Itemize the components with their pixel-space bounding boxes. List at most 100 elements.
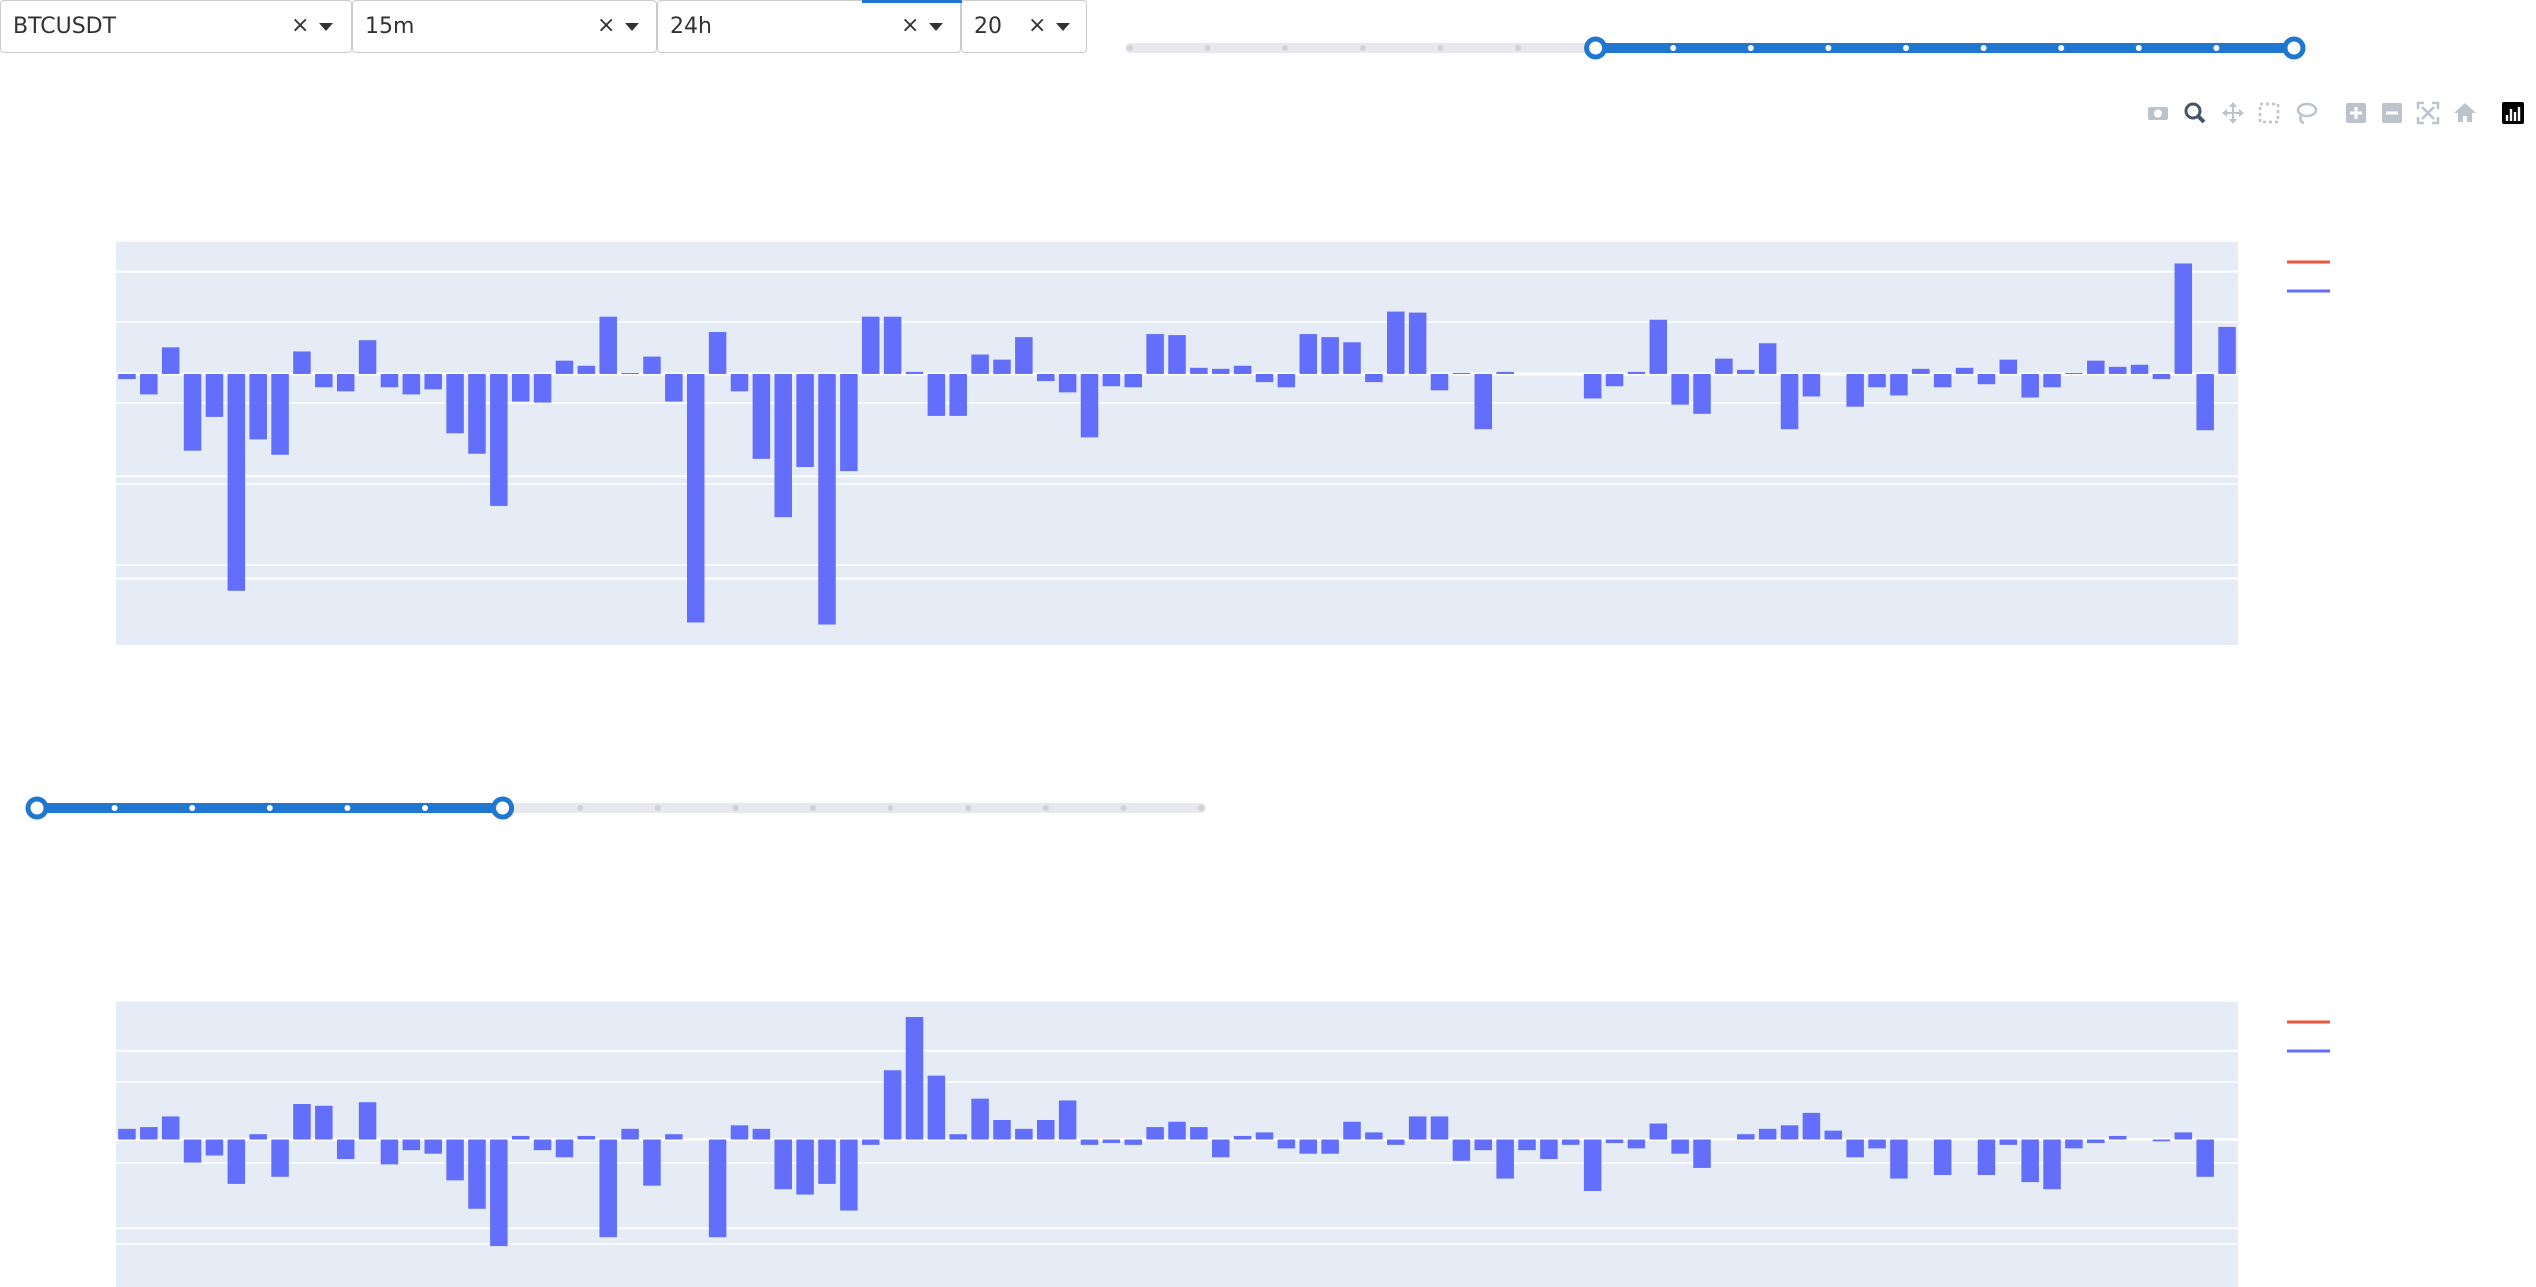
volume-bar[interactable]	[1452, 372, 1471, 374]
volume-bar[interactable]	[1124, 373, 1142, 388]
volume-bar[interactable]	[1671, 373, 1689, 405]
volume-bar[interactable]	[161, 347, 180, 374]
volume-bar[interactable]	[1583, 1139, 1602, 1192]
volume-bar[interactable]	[1233, 365, 1252, 374]
volume-bar[interactable]	[643, 356, 661, 374]
interval-chevron-down-icon[interactable]	[625, 23, 639, 31]
volume-bar[interactable]	[271, 1139, 289, 1177]
slider-handle-high[interactable]	[491, 796, 515, 820]
volume-bar[interactable]	[1605, 373, 1624, 387]
volume-bar[interactable]	[380, 1139, 399, 1165]
volume-bar[interactable]	[227, 373, 246, 591]
volume-bar[interactable]	[1408, 1116, 1427, 1140]
volume-bar[interactable]	[1802, 373, 1821, 397]
volume-bar[interactable]	[1036, 373, 1055, 382]
volume-bar[interactable]	[1015, 337, 1033, 374]
volume-bar[interactable]	[1518, 1139, 1536, 1151]
volume-bar[interactable]	[708, 332, 727, 374]
volume-bar[interactable]	[1868, 373, 1886, 388]
volume-bar[interactable]	[1583, 373, 1602, 399]
volume-bar[interactable]	[1408, 312, 1427, 374]
volume-bar[interactable]	[1693, 373, 1711, 414]
volume-bar[interactable]	[1737, 1134, 1755, 1140]
volume-bar[interactable]	[183, 1139, 202, 1163]
volume-bar[interactable]	[818, 373, 836, 625]
reset-axes-icon[interactable]	[2454, 103, 2476, 122]
volume-bar[interactable]	[2108, 1135, 2127, 1140]
volume-bar[interactable]	[577, 1135, 596, 1140]
volume-bar[interactable]	[599, 1139, 617, 1238]
volume-bar[interactable]	[1102, 373, 1121, 387]
value-range-slider-top[interactable]	[1110, 30, 2310, 100]
volume-bar[interactable]	[2174, 263, 2193, 374]
volume-bar[interactable]	[774, 373, 792, 518]
volume-bar[interactable]	[1474, 1139, 1493, 1151]
slider-handle-high[interactable]	[2282, 36, 2306, 60]
volume-bar[interactable]	[1058, 373, 1077, 393]
volume-bar[interactable]	[1365, 1132, 1383, 1140]
volume-bar[interactable]	[1758, 1128, 1777, 1140]
volume-bar[interactable]	[336, 1139, 355, 1160]
volume-bar[interactable]	[2196, 373, 2214, 431]
volume-bar[interactable]	[1080, 373, 1099, 438]
volume-bar[interactable]	[183, 373, 202, 451]
volume-bar[interactable]	[227, 1139, 246, 1184]
volume-bar[interactable]	[2043, 1139, 2061, 1190]
volume-bar[interactable]	[2065, 372, 2083, 374]
volume-bar[interactable]	[1080, 1139, 1099, 1145]
volume-bar[interactable]	[665, 1134, 683, 1140]
volume-bar[interactable]	[1146, 334, 1164, 374]
volume-bar[interactable]	[599, 316, 617, 374]
value-distribution-chart-2[interactable]	[0, 890, 2536, 1287]
symbol-chevron-down-icon[interactable]	[319, 23, 333, 31]
volume-bar[interactable]	[1890, 1139, 1908, 1179]
volume-bar[interactable]	[1496, 371, 1514, 374]
volume-bar[interactable]	[1036, 1119, 1055, 1140]
volume-bar[interactable]	[1168, 335, 1186, 374]
volume-bar[interactable]	[1977, 373, 1996, 385]
slider-handle-low[interactable]	[1584, 36, 1608, 60]
volume-bar[interactable]	[971, 354, 989, 374]
value-range-slider-bottom[interactable]	[20, 790, 1220, 860]
volume-bar[interactable]	[818, 1139, 836, 1184]
volume-bar[interactable]	[927, 1075, 946, 1140]
volume-bar[interactable]	[1868, 1139, 1886, 1149]
zoom-out-icon[interactable]	[2382, 103, 2402, 123]
volume-bar[interactable]	[533, 373, 552, 403]
volume-bar[interactable]	[249, 373, 267, 440]
volume-bar[interactable]	[2108, 366, 2127, 374]
count-chevron-down-icon[interactable]	[1056, 23, 1070, 31]
volume-bar[interactable]	[380, 373, 399, 388]
pan-icon[interactable]	[2222, 102, 2244, 124]
volume-bar[interactable]	[249, 1134, 267, 1140]
volume-bar[interactable]	[2196, 1139, 2214, 1177]
volume-bar[interactable]	[315, 373, 333, 388]
volume-bar[interactable]	[293, 351, 311, 374]
volume-bar[interactable]	[1430, 373, 1449, 391]
symbol-select[interactable]: BTCUSDT ×	[0, 0, 352, 53]
volume-bar[interactable]	[993, 359, 1011, 374]
volume-bar[interactable]	[643, 1139, 661, 1186]
volume-bar[interactable]	[1321, 337, 1339, 374]
volume-bar[interactable]	[1168, 1121, 1186, 1140]
volume-bar[interactable]	[1955, 367, 1974, 374]
volume-bar[interactable]	[140, 1127, 158, 1140]
volume-bar[interactable]	[1649, 1123, 1668, 1140]
volume-bar[interactable]	[2065, 1139, 2083, 1149]
volume-bar[interactable]	[1321, 1139, 1339, 1154]
volume-bar[interactable]	[949, 373, 967, 416]
volume-bar[interactable]	[2021, 1139, 2039, 1183]
volume-bar[interactable]	[1190, 1127, 1208, 1140]
volume-bar[interactable]	[2021, 373, 2039, 398]
volume-bar[interactable]	[555, 1139, 574, 1158]
volume-bar[interactable]	[774, 1139, 792, 1190]
volume-bar[interactable]	[205, 1139, 224, 1156]
volume-bar[interactable]	[336, 373, 355, 392]
volume-bar[interactable]	[1605, 1139, 1624, 1144]
volume-bar[interactable]	[730, 1125, 749, 1140]
volume-bar[interactable]	[1671, 1139, 1689, 1154]
volume-bar[interactable]	[490, 1139, 508, 1247]
volume-bar[interactable]	[621, 1128, 639, 1140]
volume-bar[interactable]	[1387, 1139, 1405, 1145]
volume-bar[interactable]	[468, 1139, 486, 1209]
